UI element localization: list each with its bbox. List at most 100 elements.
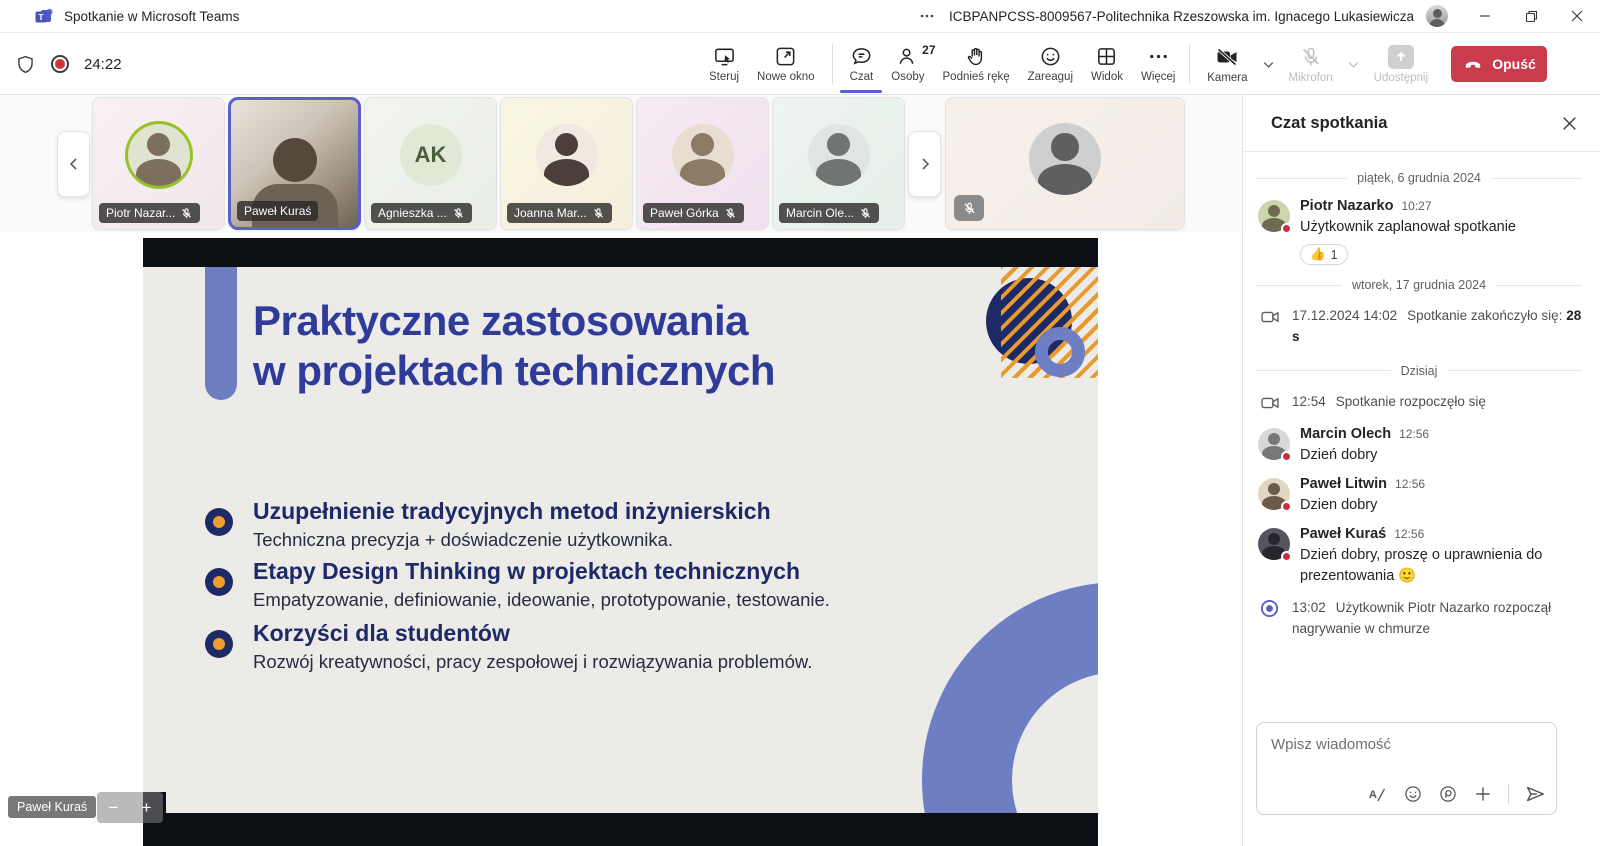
share-button[interactable]: Udostępnij [1365,45,1437,84]
presence-badge [1281,501,1292,512]
slide-small-ring-decoration [1035,327,1085,377]
chat-panel: Czat spotkania piątek, 6 grudnia 2024 Pi… [1242,95,1600,846]
hangup-icon [1462,53,1484,75]
avatar [128,124,190,186]
camera-options-chevron-icon[interactable] [1257,57,1280,72]
participant-name: Agnieszka ... [378,206,447,220]
strip-scroll-left-button[interactable] [57,131,90,197]
slide-letterbox-bottom [143,813,1098,846]
window-title: Spotkanie w Microsoft Teams [64,9,239,24]
avatar [1258,478,1290,510]
chat-date-divider: Dzisiaj [1256,364,1582,378]
chat-input[interactable] [1257,723,1556,766]
more-button[interactable]: Więcej [1132,33,1185,95]
presentation-stage: Praktyczne zastosowania w projektach tec… [0,232,1242,846]
mic-off-icon [452,207,465,220]
chat-close-icon[interactable] [1561,115,1578,132]
chat-message: Marcin Olech 12:56 Dzień dobry [1256,420,1582,470]
svg-text:T: T [38,12,44,22]
microphone-button[interactable]: Mikrofon [1280,45,1342,84]
chat-message: Piotr Nazarko 10:27 Użytkownik zaplanowa… [1256,192,1582,269]
share-icon [1388,45,1414,69]
slide-bullet: Etapy Design Thinking w projektach techn… [205,558,1035,611]
chat-panel-title: Czat spotkania [1271,114,1387,133]
avatar [1029,123,1101,195]
presence-badge [1281,451,1292,462]
raise-hand-button[interactable]: Podnieś rękę [934,33,1019,95]
camera-button[interactable]: Kamera [1198,45,1256,84]
camera-icon [1260,307,1280,348]
slide-title: Praktyczne zastosowania w projektach tec… [253,296,775,395]
chat-compose-box[interactable]: A [1256,722,1557,815]
close-button[interactable] [1554,0,1600,33]
leave-button[interactable]: Opuść [1451,46,1547,82]
mic-off-icon [180,207,193,220]
chat-event: 12:54Spotkanie rozpoczęło się [1256,385,1582,420]
control-button[interactable]: Steruj [700,33,748,95]
participant-tile[interactable]: Paweł Górka [636,97,769,230]
restore-button[interactable] [1508,0,1554,33]
presence-badge [1281,551,1292,562]
local-participant-tile[interactable] [945,97,1185,230]
chat-date-divider: piątek, 6 grudnia 2024 [1256,171,1582,185]
participant-name: Paweł Górka [650,206,719,220]
slide-bullet: Uzupełnienie tradycyjnych metod inżynier… [205,498,1035,551]
slide-bullet: Korzyści dla studentów Rozwój kreatywnoś… [205,620,1035,673]
emoji-icon[interactable] [1403,784,1423,804]
camera-icon [1260,393,1280,413]
new-window-button[interactable]: Nowe okno [748,33,824,95]
participant-tile[interactable]: AK Agnieszka ... [364,97,497,230]
mic-off-icon [724,207,737,220]
chat-event: 17.12.2024 14:02Spotkanie zakończyło się… [1256,299,1582,355]
participant-tile-active-speaker[interactable]: Paweł Kuraś [228,97,361,230]
shield-icon [15,54,36,75]
video-strip: Piotr Nazar... Paweł Kuraś AK Agnieszka … [0,95,1242,232]
avatar [1258,428,1290,460]
mic-off-icon [859,207,872,220]
participant-tile[interactable]: Joanna Mar... [500,97,633,230]
chat-date-divider: wtorek, 17 grudnia 2024 [1256,278,1582,292]
loop-component-icon[interactable] [1438,784,1458,804]
reaction-pill[interactable]: 👍 1 [1300,244,1348,265]
participant-tile[interactable]: Marcin Ole... [772,97,905,230]
recording-indicator-icon [51,55,69,73]
view-button[interactable]: Widok [1082,33,1132,95]
zoom-control: − + [97,792,163,823]
avatar [1258,200,1290,232]
mic-off-icon [592,207,605,220]
record-icon [1260,599,1280,640]
attach-plus-icon[interactable] [1473,784,1493,804]
tab-people[interactable]: 27 Osoby [882,33,933,95]
slide-vertical-bar-decoration [205,267,237,400]
user-avatar[interactable] [1426,5,1448,27]
send-icon[interactable] [1524,783,1546,805]
teams-logo-icon: T [34,6,54,26]
zoom-out-button[interactable]: − [97,798,130,818]
bullet-icon [205,630,233,658]
presence-badge [1281,223,1292,234]
meeting-title: ICBPANPCSS-8009567-Politechnika Rzeszows… [949,9,1414,24]
tab-chat[interactable]: Czat [841,33,883,95]
avatar [536,124,598,186]
chat-message: Paweł Kuraś 12:56 Dzień dobry, proszę o … [1256,520,1582,591]
divider [1508,784,1509,804]
minimize-button[interactable] [1462,0,1508,33]
thumbs-up-icon: 👍 [1310,247,1326,262]
zoom-in-button[interactable]: + [130,798,163,818]
titlebar-more-icon[interactable] [919,8,935,24]
participant-name: Piotr Nazar... [106,206,175,220]
format-icon[interactable]: A [1367,784,1388,805]
avatar [672,124,734,186]
chat-message: Paweł Litwin 12:56 Dzien dobry [1256,470,1582,520]
chat-event: 13:02Użytkownik Piotr Nazarko rozpoczął … [1256,591,1582,647]
svg-text:A: A [1369,789,1377,801]
participant-tile[interactable]: Piotr Nazar... [92,97,225,230]
presenter-name-pill: Paweł Kuraś [8,796,96,818]
avatar [1258,528,1290,560]
react-button[interactable]: Zareaguj [1019,33,1082,95]
meeting-toolbar: 24:22 Steruj Nowe okno Czat 27 Osoby [0,33,1600,95]
avatar-initials: AK [400,124,462,186]
strip-scroll-right-button[interactable] [908,131,941,197]
meeting-timer: 24:22 [84,56,122,73]
microphone-options-chevron-icon[interactable] [1342,57,1365,72]
